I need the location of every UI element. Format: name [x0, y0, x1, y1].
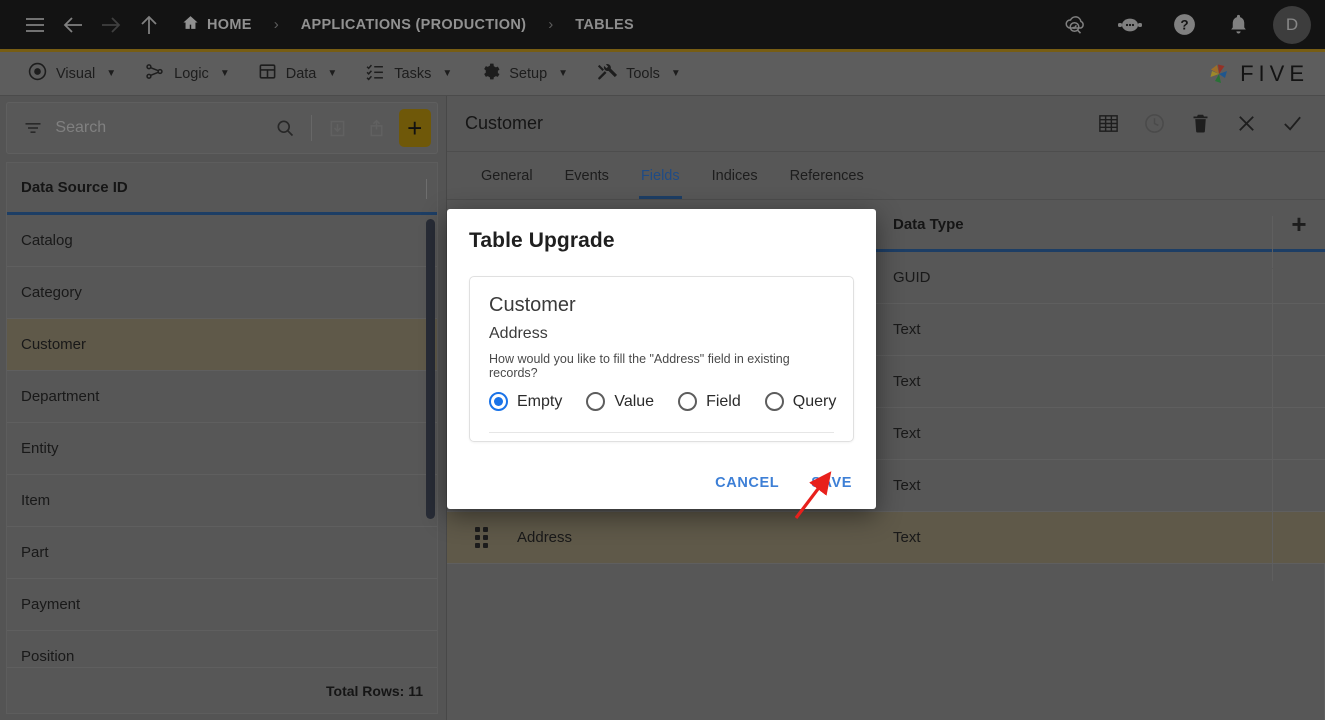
radio-indicator[interactable] — [489, 392, 508, 411]
radio-label: Query — [792, 392, 837, 410]
table-upgrade-dialog: Table Upgrade Customer Address How would… — [447, 209, 876, 509]
dialog-table-name: Customer — [489, 294, 576, 316]
dialog-field-name: Address — [489, 325, 548, 342]
radio-option-query[interactable]: Query — [764, 392, 837, 411]
radio-option-field[interactable]: Field — [678, 392, 741, 411]
radio-label: Field — [706, 392, 741, 410]
annotation-arrow-icon — [794, 471, 832, 519]
fill-mode-radio-group: Empty Value Field Query — [489, 392, 837, 411]
radio-label: Value — [614, 392, 655, 410]
upgrade-field-panel: Customer Address How would you like to f… — [469, 276, 854, 442]
radio-indicator[interactable] — [586, 392, 606, 411]
app-root: HOME › APPLICATIONS (PRODUCTION) › TABLE… — [0, 0, 1325, 720]
radio-option-empty[interactable]: Empty — [489, 392, 562, 411]
panel-divider — [489, 432, 834, 441]
radio-label: Empty — [517, 392, 563, 410]
dialog-title: Table Upgrade — [469, 229, 615, 252]
radio-indicator[interactable] — [764, 392, 784, 411]
radio-option-value[interactable]: Value — [586, 392, 654, 411]
dialog-question: How would you like to fill the "Address"… — [489, 352, 790, 380]
cancel-button[interactable]: CANCEL — [713, 471, 781, 495]
radio-indicator[interactable] — [678, 392, 698, 411]
